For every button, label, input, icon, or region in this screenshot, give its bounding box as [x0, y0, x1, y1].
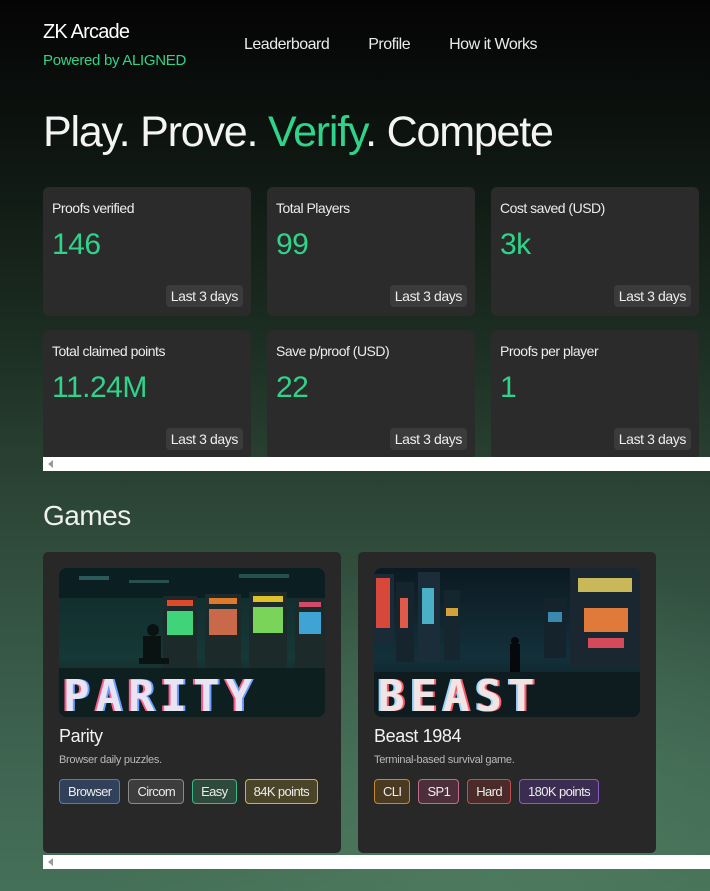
hero-part1: Play. Prove. — [43, 108, 268, 156]
game-tags: Browser Circom Easy 84K points — [59, 779, 325, 804]
stat-card-proofs-per-player: Proofs per player 1 Last 3 days — [491, 330, 699, 459]
stat-card-cost-saved: Cost saved (USD) 3k Last 3 days — [491, 187, 699, 316]
stat-value: 3k — [500, 228, 531, 261]
stat-card-total-players: Total Players 99 Last 3 days — [267, 187, 475, 316]
stat-period-badge: Last 3 days — [389, 285, 467, 307]
stat-label: Cost saved (USD) — [500, 200, 605, 216]
stat-label: Total Players — [276, 200, 350, 216]
tag-easy[interactable]: Easy — [192, 779, 237, 804]
beast-logo: BEAST — [378, 671, 541, 718]
stat-period-badge: Last 3 days — [613, 285, 691, 307]
app-subtitle: Powered by ALIGNED — [43, 52, 187, 69]
stat-label: Proofs verified — [52, 200, 134, 216]
tag-circom[interactable]: Circom — [128, 779, 185, 804]
stats-grid: Proofs verified 146 Last 3 days Total Pl… — [43, 187, 710, 459]
stat-value: 11.24M — [52, 371, 147, 404]
stat-card-save-per-proof: Save p/proof (USD) 22 Last 3 days — [267, 330, 475, 459]
game-card-beast-1984[interactable]: BEAST Beast 1984 Terminal-based survival… — [358, 552, 656, 853]
hero-heading: Play. Prove. Verify. Compete — [43, 108, 554, 157]
stats-horizontal-scrollbar[interactable] — [43, 457, 710, 471]
games-list: PARITY Parity Browser daily puzzles. Bro… — [43, 552, 710, 853]
stat-value: 22 — [276, 371, 309, 404]
game-thumbnail-parity[interactable]: PARITY — [59, 568, 325, 717]
game-card-parity[interactable]: PARITY Parity Browser daily puzzles. Bro… — [43, 552, 341, 853]
game-description: Browser daily puzzles. — [59, 754, 162, 766]
hero-part2: . Compete — [365, 108, 554, 156]
stat-label: Save p/proof (USD) — [276, 343, 390, 359]
game-title[interactable]: Parity — [59, 726, 325, 747]
tag-points[interactable]: 84K points — [244, 779, 319, 804]
stat-value: 146 — [52, 228, 101, 261]
tag-points[interactable]: 180K points — [519, 779, 600, 804]
stat-value: 1 — [500, 371, 517, 404]
app-title[interactable]: ZK Arcade — [43, 21, 186, 44]
tag-cli[interactable]: CLI — [374, 779, 411, 804]
parity-logo: PARITY — [63, 671, 258, 718]
tag-hard[interactable]: Hard — [467, 779, 511, 804]
stat-label: Proofs per player — [500, 343, 599, 359]
game-thumbnail-beast-1984[interactable]: BEAST — [374, 568, 640, 717]
tag-browser[interactable]: Browser — [59, 779, 121, 804]
games-horizontal-scrollbar[interactable] — [43, 855, 710, 869]
brand[interactable]: ZK Arcade Powered by ALIGNED — [43, 21, 186, 69]
stat-period-badge: Last 3 days — [165, 428, 243, 450]
games-section-title: Games — [43, 500, 131, 531]
game-title[interactable]: Beast 1984 — [374, 726, 640, 747]
stat-period-badge: Last 3 days — [389, 428, 467, 450]
stat-period-badge: Last 3 days — [613, 428, 691, 450]
nav-profile[interactable]: Profile — [368, 36, 410, 54]
stat-card-total-claimed-points: Total claimed points 11.24M Last 3 days — [43, 330, 251, 459]
stat-card-proofs-verified: Proofs verified 146 Last 3 days — [43, 187, 251, 316]
hero-highlight: Verify — [267, 108, 366, 156]
top-nav: Leaderboard Profile How it Works — [244, 36, 538, 54]
scroll-left-arrow-icon[interactable] — [48, 460, 53, 468]
scroll-left-arrow-icon[interactable] — [48, 858, 53, 866]
stat-period-badge: Last 3 days — [165, 285, 243, 307]
stat-value: 99 — [276, 228, 309, 261]
stat-label: Total claimed points — [52, 343, 165, 359]
game-description: Terminal-based survival game. — [374, 754, 515, 766]
nav-how-it-works[interactable]: How it Works — [449, 36, 537, 54]
game-tags: CLI SP1 Hard 180K points — [374, 779, 640, 804]
stats-panel: Proofs verified 146 Last 3 days Total Pl… — [43, 187, 710, 471]
nav-leaderboard[interactable]: Leaderboard — [244, 36, 330, 54]
tag-sp1[interactable]: SP1 — [418, 779, 460, 804]
games-panel: PARITY Parity Browser daily puzzles. Bro… — [43, 552, 710, 869]
